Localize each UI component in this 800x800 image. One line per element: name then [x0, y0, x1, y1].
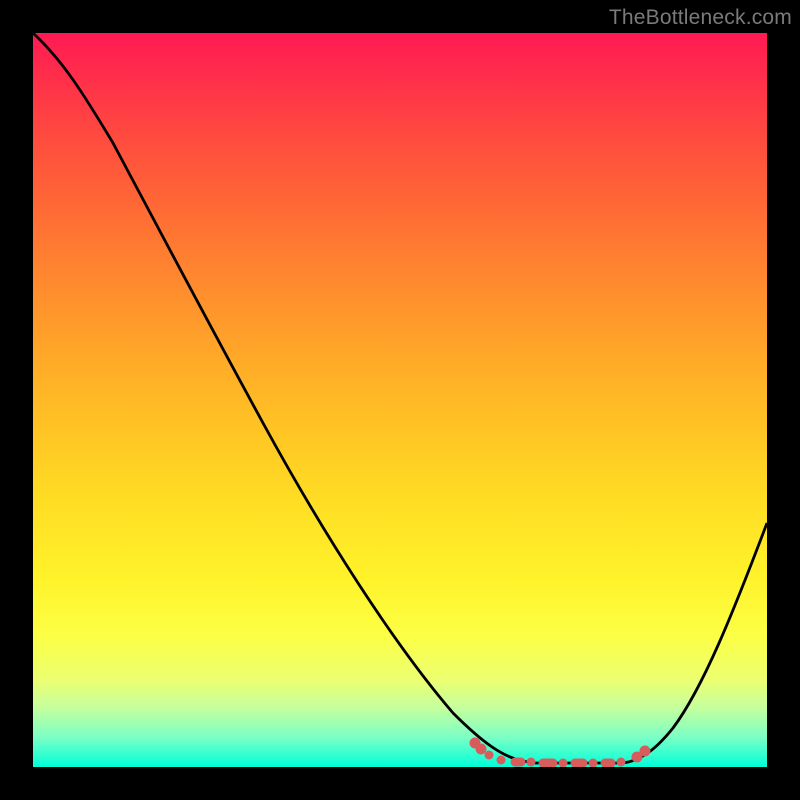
chart-container: TheBottleneck.com [0, 0, 800, 800]
bottleneck-curve-line [33, 33, 767, 763]
plot-area [33, 33, 767, 767]
watermark-text: TheBottleneck.com [609, 6, 792, 30]
chart-svg [33, 33, 767, 767]
marker-dots [470, 738, 650, 767]
